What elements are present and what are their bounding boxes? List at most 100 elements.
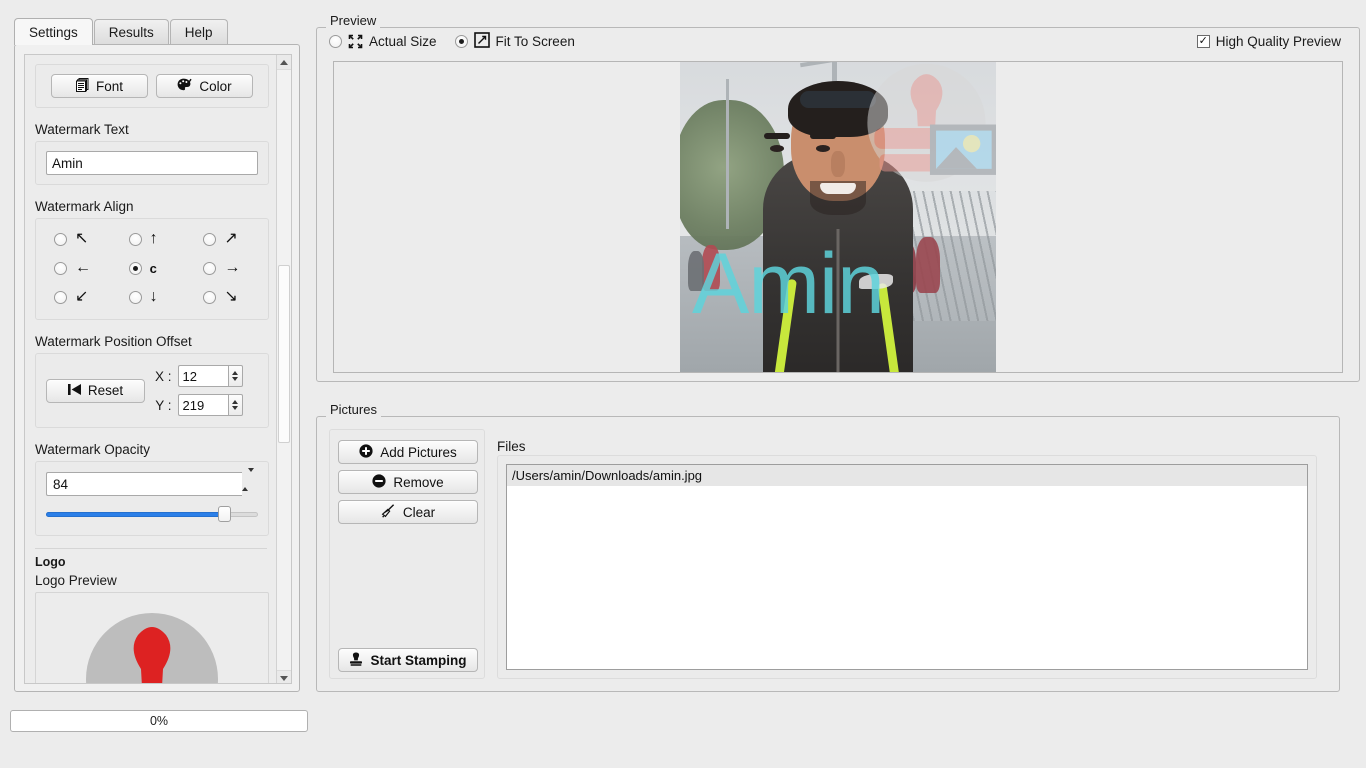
files-label: Files [497,439,526,454]
color-button-label: Color [199,78,232,94]
font-button[interactable]: Font [51,74,148,98]
list-item[interactable]: /Users/amin/Downloads/amin.jpg [507,465,1307,486]
stamp-logo-icon [86,613,218,683]
align-option-center[interactable]: c [115,260,190,276]
offset-x-label: X : [155,368,172,384]
radio-middle-right[interactable] [203,261,217,275]
arrow-bottom-right-icon: ↘ [224,288,238,305]
opacity-slider[interactable] [46,505,258,523]
offset-y-arrows[interactable] [227,394,243,416]
align-option-middle-left[interactable]: ← [40,260,115,276]
progress-text: 0% [149,714,169,728]
align-option-middle-right[interactable]: → [189,260,264,276]
rewind-icon [67,383,81,398]
fit-screen-icon [473,32,490,51]
photo-nose [831,151,845,177]
align-option-bottom-center[interactable]: ↓ [115,289,190,305]
radio-actual-size[interactable] [329,35,342,48]
align-option-top-left[interactable]: ↖ [40,231,115,247]
opacity-input[interactable] [46,472,242,496]
watermark-text-group [35,141,269,185]
align-option-top-center[interactable]: ↑ [115,231,190,247]
opacity-label: Watermark Opacity [35,442,151,457]
align-option-top-right[interactable]: ↗ [189,231,264,247]
watermark-text-overlay: Amin [692,235,885,332]
photo-eye [816,145,830,152]
actual-size-option[interactable]: Actual Size [329,34,437,49]
spin-down-icon[interactable] [232,377,239,381]
watermark-text-label: Watermark Text [35,122,129,137]
progress-bar: 0% [10,710,308,732]
preview-image: Amin [680,62,996,372]
offset-y-input[interactable] [177,394,228,416]
photo-eye [770,145,784,152]
remove-picture-button[interactable]: Remove [338,470,478,494]
spin-up-icon[interactable] [232,400,239,404]
high-quality-option[interactable]: ✓ High Quality Preview [1196,34,1341,49]
chevron-up-icon [280,59,288,65]
broom-icon [381,503,396,521]
application-window: Settings Results Help Font Color Waterma… [0,0,1366,768]
align-option-bottom-left[interactable]: ↙ [40,289,115,305]
logo-preview-label: Logo Preview [35,573,117,588]
spin-up-icon[interactable] [232,371,239,375]
offset-y-label: Y : [155,397,172,413]
font-button-label: Font [95,78,123,94]
radio-top-left[interactable] [54,232,67,246]
opacity-group [35,461,269,536]
watermark-align-group: ↖ ↑ ↗ ← c → ↙ ↓ ↘ [35,218,269,320]
spin-down-icon[interactable] [248,468,254,487]
arrow-up-icon: ↑ [149,230,158,247]
radio-bottom-left[interactable] [54,290,67,304]
tab-settings[interactable]: Settings [14,18,93,45]
offset-x-input[interactable] [177,365,228,387]
preview-viewport[interactable]: Amin [333,61,1343,373]
palette-icon [177,78,192,95]
arrow-down-icon: ↓ [149,288,158,305]
files-list[interactable]: /Users/amin/Downloads/amin.jpg [506,464,1308,670]
scroll-down-button[interactable] [277,670,291,683]
offset-x-arrows[interactable] [227,365,243,387]
opacity-arrows[interactable] [242,468,258,496]
radio-bottom-right[interactable] [203,290,217,304]
photo-brow [810,133,836,139]
scroll-up-button[interactable] [277,55,291,70]
tab-bar: Settings Results Help [14,18,229,45]
opacity-stepper[interactable] [46,468,258,496]
arrow-left-icon: ← [75,259,91,276]
reset-button-label: Reset [87,383,124,398]
settings-scrollbar[interactable] [276,55,291,683]
logo-preview-box [35,592,269,683]
remove-picture-label: Remove [393,474,444,490]
pictures-buttons-group: Add Pictures Remove Clear Start Stamping [329,429,485,679]
radio-bottom-center[interactable] [128,290,142,304]
watermark-text-input[interactable] [46,151,258,175]
font-color-group: Font Color [35,64,269,108]
radio-fit-to-screen[interactable] [454,35,468,48]
tab-results[interactable]: Results [93,19,169,45]
scrollbar-thumb[interactable] [278,265,290,443]
radio-top-center[interactable] [128,232,142,246]
clear-pictures-button[interactable]: Clear [338,500,478,524]
reset-offset-button[interactable]: Reset [46,378,145,403]
offset-y-stepper[interactable] [177,394,243,416]
watermark-logo-overlay [850,62,996,201]
add-pictures-button[interactable]: Add Pictures [338,440,478,464]
offset-x-stepper[interactable] [177,365,243,387]
color-button[interactable]: Color [156,74,253,98]
stamp-icon [349,652,363,669]
radio-top-right[interactable] [203,232,217,246]
clear-pictures-label: Clear [402,504,436,520]
radio-middle-left[interactable] [54,261,67,275]
tab-help[interactable]: Help [169,19,228,45]
radio-center[interactable] [128,261,142,275]
fit-to-screen-option[interactable]: Fit To Screen [454,32,575,51]
checkbox-high-quality[interactable]: ✓ [1196,35,1210,48]
start-stamping-button[interactable]: Start Stamping [338,648,478,672]
pictures-panel: Add Pictures Remove Clear Start Stamping… [316,416,1340,692]
settings-content: Font Color Watermark Text Amin Watermark… [25,55,277,683]
settings-tab-panel: Font Color Watermark Text Amin Watermark… [14,44,300,692]
spin-down-icon[interactable] [232,406,239,410]
align-option-bottom-right[interactable]: ↘ [189,289,264,305]
slider-handle[interactable] [218,506,232,522]
